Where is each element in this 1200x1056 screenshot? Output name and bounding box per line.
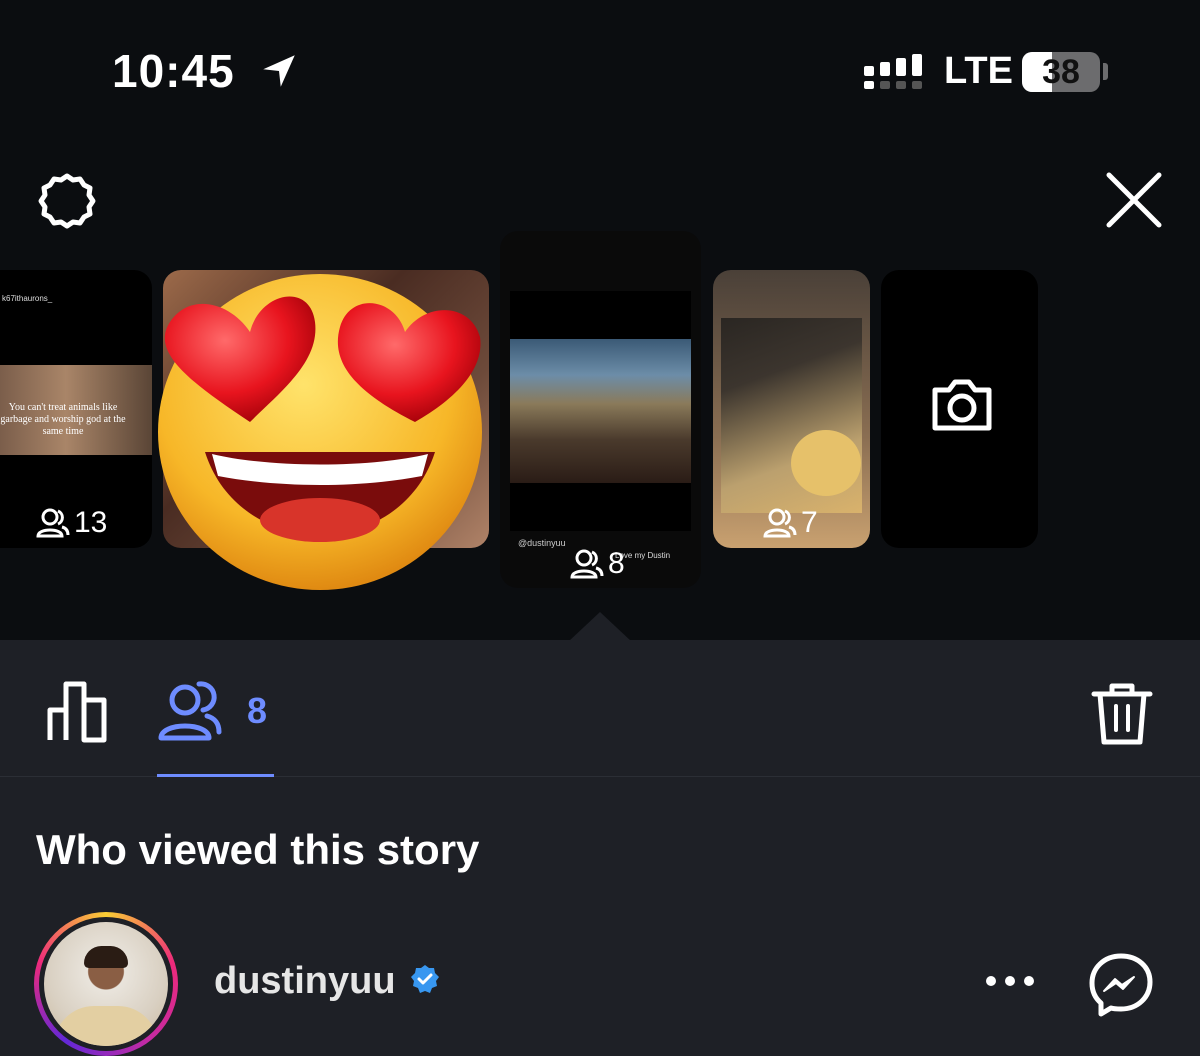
avatar-hair [84,946,128,968]
story-tray-area: 10:45 LTE 38 k67ithaurons_ You can't tre… [0,0,1200,642]
status-time: 10:45 [112,45,235,97]
viewer-count-number: 8 [608,547,625,580]
network-type: LTE [944,50,1013,92]
story-photo-detail [791,430,861,496]
viewers-tab-count: 8 [247,690,268,731]
close-icon[interactable] [1104,170,1164,230]
viewers-icon [158,681,222,741]
story-header: k67ithaurons_ [2,294,53,303]
story-photo [510,339,691,483]
viewer-count-number: 7 [801,506,818,539]
active-tab-indicator [157,774,274,777]
viewer-count: 8 [570,547,625,581]
more-options-icon[interactable] [984,974,1036,988]
viewer-username[interactable]: dustinyuu [214,960,396,1003]
story-thumbnail-selected[interactable]: @dustinyuu Love my Dustin 8 [500,231,701,588]
story-thumbnail[interactable]: k67ithaurons_ You can't treat animals li… [0,270,152,548]
panel-tabs: 8 [0,640,1200,777]
story-thumbnail[interactable]: 7 [713,270,870,548]
story-quote: You can't treat animals like garbage and… [0,402,126,437]
viewers-icon [36,508,70,538]
viewers-icon [763,508,797,538]
camera-icon [932,379,992,431]
selected-pointer [568,612,632,642]
viewer-count-number: 13 [74,506,108,539]
gear-icon[interactable] [34,170,100,236]
battery-tip [1103,63,1108,80]
story-ring[interactable] [34,912,178,1056]
story-insights-panel: 8 Who viewed this story dustinyuu [0,640,1200,1056]
tab-viewers[interactable]: 8 [157,678,274,777]
bar-chart-icon[interactable] [46,680,110,744]
viewer-count: 13 [36,506,107,540]
story-mention: @dustinyuu [518,538,566,548]
heart-eyes-emoji [158,274,482,590]
avatar-shirt [54,1006,158,1046]
section-title: Who viewed this story [36,826,480,873]
messenger-icon[interactable] [1088,952,1154,1018]
viewer-count: 7 [763,506,818,540]
signal-bars-icon [864,54,922,89]
viewer-row[interactable]: dustinyuu [0,908,1200,1056]
avatar [44,922,168,1046]
viewers-icon [570,549,604,579]
add-story-camera[interactable] [881,270,1038,548]
verified-badge-icon [411,965,439,993]
battery-indicator: 38 [1022,52,1100,92]
trash-icon[interactable] [1090,680,1154,746]
battery-level: 38 [1042,53,1080,91]
location-arrow-icon [263,55,295,87]
